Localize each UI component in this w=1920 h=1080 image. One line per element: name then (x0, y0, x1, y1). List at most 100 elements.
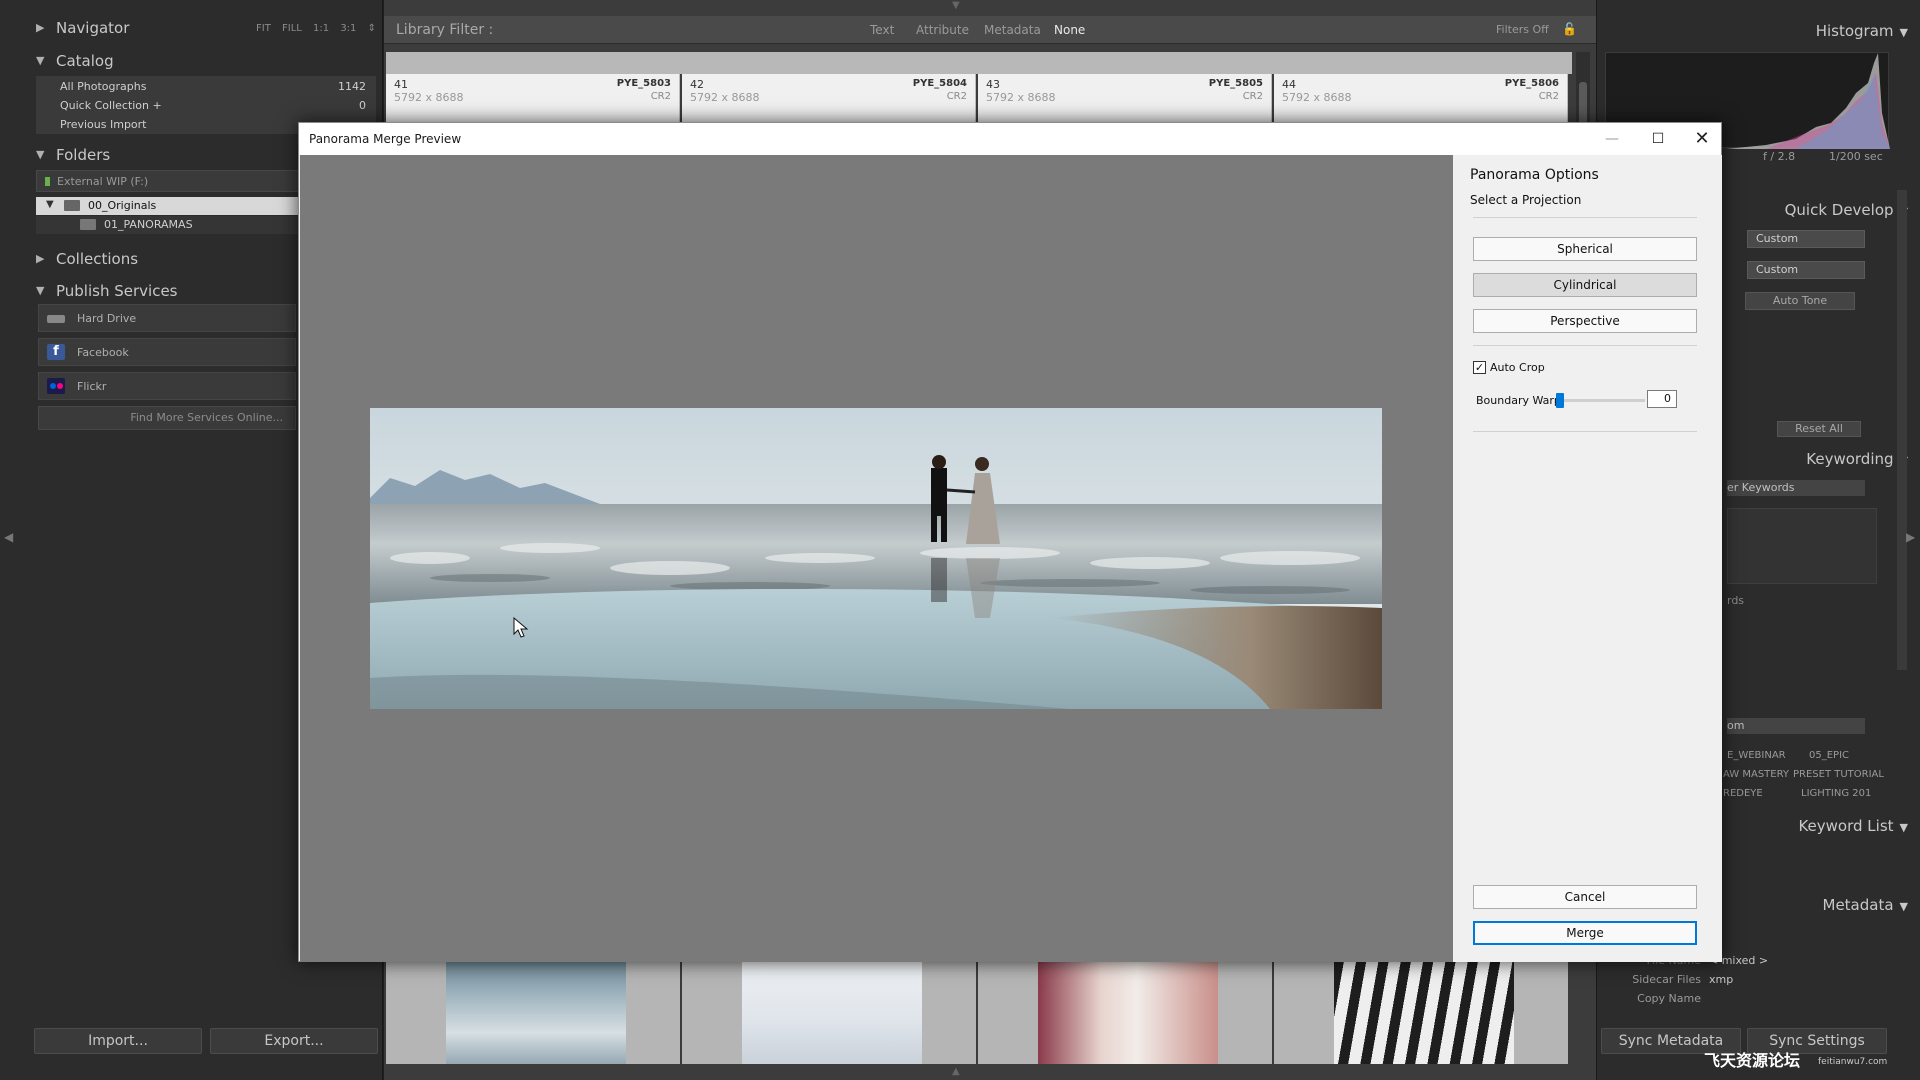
divider (1473, 345, 1697, 346)
metadata-header[interactable]: Metadata ▼ (1823, 896, 1909, 914)
collapse-triangle-icon: ▼ (36, 148, 45, 161)
catalog-item-all-photographs[interactable]: All Photographs (60, 80, 146, 93)
navigator-title: Navigator (56, 19, 130, 37)
slider-thumb[interactable] (1556, 393, 1564, 408)
grid-cell-index: 43 (986, 78, 1000, 91)
grid-cell[interactable]: 42 5792 x 8688 PYE_5804 CR2 (682, 74, 976, 122)
quick-develop-header[interactable]: Quick Develop▼ (1785, 201, 1908, 219)
grid-cell-filename: PYE_5806 (1504, 78, 1559, 89)
facebook-icon: f (47, 344, 65, 360)
filter-metadata[interactable]: Metadata (984, 23, 1041, 37)
catalog-header[interactable]: ▼ Catalog (0, 47, 382, 75)
thumbnail-image (1038, 960, 1218, 1064)
zoom-stepper-icon[interactable]: ⇕ (368, 23, 376, 34)
thumbnail-image (446, 960, 626, 1064)
grid-thumb[interactable] (1274, 960, 1568, 1064)
keyword-tags-select[interactable]: er Keywords (1727, 480, 1865, 496)
grid-cell[interactable]: 43 5792 x 8688 PYE_5805 CR2 (978, 74, 1272, 122)
panorama-preview-area (300, 155, 1453, 962)
keyword-set-item[interactable]: PRESET TUTORIAL (1793, 769, 1884, 780)
volume-label: External WIP (F:) (57, 175, 149, 188)
saved-preset-select[interactable]: Custom (1747, 230, 1865, 248)
divider (1473, 431, 1697, 432)
cancel-button[interactable]: Cancel (1473, 885, 1697, 909)
auto-tone-button[interactable]: Auto Tone (1745, 292, 1855, 310)
publish-item-flickr[interactable]: Flickr (38, 372, 296, 400)
metadata-title: Metadata (1822, 896, 1894, 914)
minimize-icon[interactable]: — (1589, 123, 1635, 155)
library-filter-bar: Library Filter : Text Attribute Metadata… (384, 16, 1596, 44)
top-panel-toggle-icon[interactable]: ▼ (952, 0, 960, 11)
zoom-fill[interactable]: FILL (282, 23, 302, 34)
export-button[interactable]: Export... (210, 1028, 378, 1054)
histogram-header[interactable]: Histogram ▼ (1816, 22, 1908, 40)
close-icon[interactable]: ✕ (1679, 123, 1725, 155)
grid-cell-dimensions: 5792 x 8688 (986, 91, 1056, 104)
grid-thumb[interactable] (978, 960, 1272, 1064)
right-panel-scrollbar[interactable] (1897, 190, 1907, 670)
keyword-set-item[interactable]: AW MASTERY (1723, 769, 1789, 780)
keyword-set-select[interactable]: om (1727, 718, 1865, 734)
right-panel-toggle-icon[interactable]: ▶ (1906, 530, 1915, 544)
boundary-warp-input[interactable]: 0 (1647, 390, 1677, 408)
publish-item-label: Flickr (77, 380, 107, 393)
auto-crop-checkbox[interactable]: ✓ (1473, 361, 1486, 374)
grid-cell-dimensions: 5792 x 8688 (690, 91, 760, 104)
zoom-fit[interactable]: FIT (256, 23, 271, 34)
maximize-icon[interactable]: ☐ (1635, 123, 1681, 155)
grid-cell-extension: CR2 (946, 91, 967, 102)
panorama-options-panel: Panorama Options Select a Projection Sph… (1453, 155, 1722, 962)
publish-item-facebook[interactable]: f Facebook (38, 338, 296, 366)
filter-text[interactable]: Text (870, 23, 894, 37)
navigator-header[interactable]: ▶ Navigator FIT FILL 1:1 3:1 ⇕ (0, 14, 382, 42)
grid-cell[interactable]: 44 5792 x 8688 PYE_5806 CR2 (1274, 74, 1568, 122)
metadata-field-value[interactable]: xmp (1709, 973, 1733, 986)
boundary-warp-label: Boundary Warp: (1476, 394, 1565, 407)
reset-all-button[interactable]: Reset All (1777, 421, 1861, 437)
folder-label: 00_Originals (88, 199, 157, 212)
boundary-warp-slider[interactable] (1556, 393, 1645, 408)
publish-item-hard-drive[interactable]: Hard Drive (38, 304, 296, 332)
left-panel-toggle-icon[interactable]: ◀ (4, 530, 13, 544)
catalog-item-quick-collection[interactable]: Quick Collection + (60, 99, 162, 112)
spherical-button[interactable]: Spherical (1473, 237, 1697, 261)
histogram-title: Histogram (1815, 22, 1894, 40)
find-more-services-button[interactable]: Find More Services Online... (38, 406, 296, 430)
folder-label: 01_PANORAMAS (104, 218, 193, 231)
grid-cell[interactable]: 41 5792 x 8688 PYE_5803 CR2 (386, 74, 680, 122)
hard-drive-icon (47, 315, 65, 323)
filters-status-dropdown[interactable]: Filters Off (1496, 23, 1549, 36)
merge-button[interactable]: Merge (1473, 921, 1697, 945)
keyword-set-item[interactable]: 05_EPIC (1809, 750, 1849, 761)
watermark-text: 飞天资源论坛 (1704, 1051, 1801, 1070)
grid-cell-index: 44 (1282, 78, 1296, 91)
filter-none[interactable]: None (1054, 23, 1085, 37)
collapse-triangle-icon: ▼ (36, 54, 45, 67)
filter-attribute[interactable]: Attribute (916, 23, 969, 37)
keyword-set-item[interactable]: REDEYE (1723, 788, 1763, 799)
dialog-titlebar[interactable]: Panorama Merge Preview — ☐ ✕ (299, 123, 1721, 155)
mouse-cursor-icon (513, 617, 529, 638)
grid-thumb[interactable] (386, 960, 680, 1064)
bottom-panel-toggle-icon[interactable]: ▲ (952, 1066, 960, 1077)
white-balance-select[interactable]: Custom (1747, 261, 1865, 279)
lock-icon[interactable]: 🔓 (1562, 22, 1577, 36)
keyword-suggestions-label: rds (1727, 594, 1745, 607)
perspective-button[interactable]: Perspective (1473, 309, 1697, 333)
zoom-3-1[interactable]: 3:1 (340, 23, 356, 34)
keyword-list-header[interactable]: Keyword List ▼ (1798, 817, 1908, 835)
options-heading: Panorama Options (1470, 167, 1599, 183)
folders-title: Folders (56, 146, 111, 164)
navigator-zoom-options[interactable]: FIT FILL 1:1 3:1 ⇕ (256, 23, 376, 34)
keyword-set-item[interactable]: LIGHTING 201 (1801, 788, 1871, 799)
catalog-count: 1142 (338, 80, 366, 93)
keyword-tags-box[interactable] (1727, 508, 1877, 584)
import-button[interactable]: Import... (34, 1028, 202, 1054)
grid-thumb[interactable] (682, 960, 976, 1064)
zoom-1-1[interactable]: 1:1 (313, 23, 329, 34)
keyword-set-item[interactable]: E_WEBINAR (1727, 750, 1786, 761)
folder-expand-icon: ▼ (46, 199, 54, 210)
catalog-item-previous-import[interactable]: Previous Import (60, 118, 147, 131)
cylindrical-button[interactable]: Cylindrical (1473, 273, 1697, 297)
keywording-header[interactable]: Keywording▼ (1806, 450, 1908, 468)
